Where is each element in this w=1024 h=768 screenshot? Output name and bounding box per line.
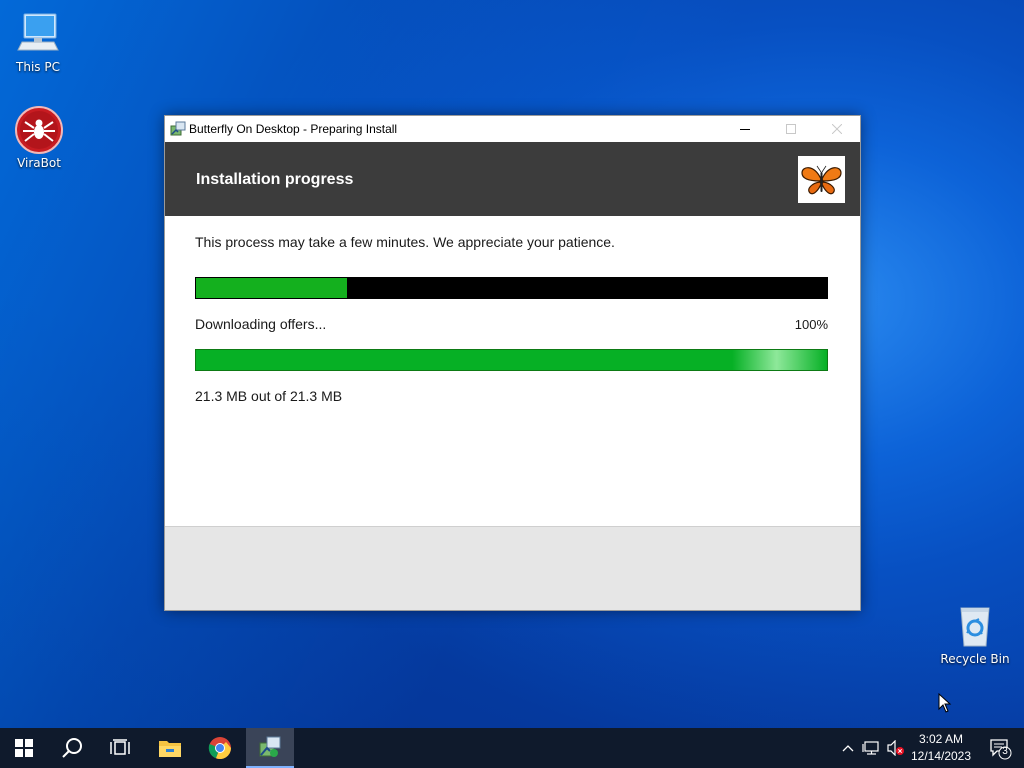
installer-window: Butterfly On Desktop - Preparing Install… bbox=[164, 115, 861, 611]
download-progress-bar bbox=[195, 349, 828, 371]
search-button[interactable] bbox=[48, 728, 96, 768]
chrome-icon bbox=[208, 737, 232, 760]
download-size-text: 21.3 MB out of 21.3 MB bbox=[195, 388, 343, 404]
start-button[interactable] bbox=[0, 728, 48, 768]
maximize-button bbox=[768, 116, 814, 142]
taskbar-installer[interactable] bbox=[246, 728, 294, 768]
download-percent: 100% bbox=[794, 317, 828, 332]
maximize-icon bbox=[786, 124, 796, 134]
clock-date: 12/14/2023 bbox=[910, 749, 972, 763]
desktop-icon-label: Recycle Bin bbox=[940, 652, 1010, 666]
page-title: Installation progress bbox=[196, 171, 354, 188]
minimize-button[interactable] bbox=[722, 116, 768, 142]
taskbar-file-explorer[interactable] bbox=[146, 728, 194, 768]
close-button bbox=[814, 116, 860, 142]
butterfly-logo-icon bbox=[798, 156, 845, 203]
desktop-icon-this-pc[interactable]: This PC bbox=[0, 10, 76, 74]
installer-content: This process may take a few minutes. We … bbox=[165, 216, 860, 525]
file-explorer-icon bbox=[159, 741, 181, 757]
taskbar: 3:02 AM 12/14/2023 3 bbox=[0, 728, 1024, 768]
spider-logo-icon bbox=[15, 106, 63, 154]
action-center-button[interactable]: 3 bbox=[990, 738, 1012, 760]
status-text: Downloading offers... bbox=[195, 316, 327, 332]
overall-progress-fill bbox=[196, 278, 347, 298]
recycle-bin-icon bbox=[951, 602, 999, 650]
installer-header: Installation progress bbox=[165, 142, 860, 216]
windows-start-icon bbox=[15, 739, 33, 757]
task-view-button[interactable] bbox=[96, 728, 144, 768]
minimize-icon bbox=[740, 129, 750, 130]
clock-time: 3:02 AM bbox=[918, 732, 964, 746]
taskbar-chrome[interactable] bbox=[196, 728, 244, 768]
desktop-icon-recycle-bin[interactable]: Recycle Bin bbox=[937, 602, 1013, 666]
close-icon bbox=[832, 124, 842, 134]
desktop-icon-virabot[interactable]: ViraBot bbox=[1, 106, 77, 170]
network-icon bbox=[862, 741, 879, 755]
download-progress-fill bbox=[196, 350, 827, 370]
network-button[interactable] bbox=[859, 728, 883, 768]
notification-count-badge: 3 bbox=[1002, 746, 1008, 757]
installer-icon bbox=[170, 121, 186, 137]
task-view-icon bbox=[110, 739, 130, 755]
chevron-up-icon bbox=[842, 745, 854, 752]
mouse-cursor-icon bbox=[938, 693, 952, 713]
progress-message: This process may take a few minutes. We … bbox=[195, 234, 615, 250]
installer-footer bbox=[165, 526, 860, 610]
desktop-icon-label: ViraBot bbox=[17, 156, 61, 170]
search-icon bbox=[62, 738, 82, 758]
installer-icon bbox=[259, 736, 281, 757]
taskbar-clock[interactable]: 3:02 AM 12/14/2023 bbox=[906, 731, 976, 765]
volume-muted-icon bbox=[887, 740, 904, 756]
volume-button[interactable] bbox=[884, 728, 908, 768]
show-hidden-icons-button[interactable] bbox=[836, 728, 860, 768]
title-bar[interactable]: Butterfly On Desktop - Preparing Install bbox=[165, 116, 860, 142]
computer-icon bbox=[14, 10, 62, 58]
desktop-icon-label: This PC bbox=[16, 60, 60, 74]
overall-progress-bar bbox=[195, 277, 828, 299]
window-title: Butterfly On Desktop - Preparing Install bbox=[189, 122, 398, 136]
